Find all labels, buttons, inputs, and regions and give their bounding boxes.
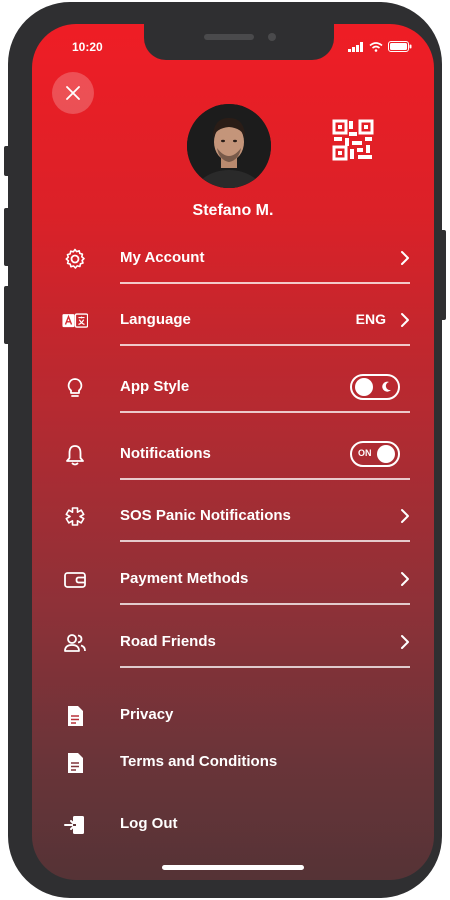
- speaker: [204, 34, 254, 40]
- menu-item-privacy[interactable]: Privacy: [32, 693, 434, 739]
- close-button[interactable]: [52, 72, 94, 114]
- bell-icon: [62, 442, 88, 468]
- menu-item-sos-panic[interactable]: SOS Panic Notifications: [32, 494, 434, 540]
- close-icon: [66, 86, 80, 100]
- menu-item-my-account[interactable]: My Account: [32, 236, 434, 282]
- divider: [120, 540, 410, 542]
- menu-item-road-friends[interactable]: Road Friends: [32, 620, 434, 666]
- menu-item-terms[interactable]: Terms and Conditions: [32, 740, 434, 786]
- chevron-right-icon: [401, 509, 409, 523]
- menu-item-label: Payment Methods: [120, 570, 249, 587]
- gear-icon: [62, 246, 88, 272]
- menu-screen: 10:20 Stefano M. My Account Language ENG…: [32, 24, 434, 880]
- document-icon: [62, 703, 88, 729]
- divider: [120, 478, 410, 480]
- qr-code-button[interactable]: [332, 119, 374, 161]
- chevron-right-icon: [401, 635, 409, 649]
- chevron-right-icon: [401, 251, 409, 265]
- logout-icon: [62, 812, 88, 838]
- toggle-state-label: ON: [358, 448, 372, 458]
- divider: [120, 282, 410, 284]
- wifi-icon: [369, 41, 383, 52]
- menu-item-payment-methods[interactable]: Payment Methods: [32, 557, 434, 603]
- friends-icon: [62, 630, 88, 656]
- menu-item-label: Terms and Conditions: [120, 753, 278, 770]
- app-style-toggle[interactable]: [350, 374, 400, 400]
- side-button-power: [440, 230, 446, 320]
- sos-icon: [62, 504, 88, 530]
- signal-icon: [348, 41, 363, 52]
- divider: [120, 411, 410, 413]
- lightbulb-icon: [62, 375, 88, 401]
- chevron-right-icon: [401, 313, 409, 327]
- battery-icon: [388, 41, 412, 52]
- menu-item-label: Log Out: [120, 815, 178, 832]
- toggle-knob: [377, 445, 395, 463]
- menu-item-label: SOS Panic Notifications: [120, 507, 291, 524]
- document-icon: [62, 750, 88, 776]
- menu-item-language[interactable]: Language ENG: [32, 298, 434, 344]
- side-button-mute: [4, 146, 10, 176]
- chevron-right-icon: [401, 572, 409, 586]
- menu-item-app-style[interactable]: App Style: [32, 365, 434, 411]
- moon-icon: [382, 381, 391, 392]
- language-icon: [62, 308, 88, 334]
- menu-item-label: Notifications: [120, 445, 211, 462]
- divider: [120, 603, 410, 605]
- phone-frame: 10:20 Stefano M. My Account Language ENG…: [8, 2, 442, 898]
- side-button-volume-down: [4, 286, 10, 344]
- menu-item-label: My Account: [120, 249, 205, 266]
- divider: [120, 344, 410, 346]
- wallet-icon: [62, 567, 88, 593]
- menu-item-logout[interactable]: Log Out: [32, 802, 434, 848]
- home-indicator[interactable]: [162, 865, 304, 870]
- qr-code-icon: [332, 119, 374, 161]
- profile-name: Stefano M.: [192, 202, 274, 219]
- menu-item-label: Road Friends: [120, 633, 216, 650]
- front-camera: [268, 33, 276, 41]
- toggle-knob: [355, 378, 373, 396]
- notch: [144, 24, 334, 60]
- language-value: ENG: [355, 311, 386, 327]
- menu-item-label: App Style: [120, 378, 190, 395]
- side-button-volume-up: [4, 208, 10, 266]
- avatar-photo: [187, 104, 271, 188]
- avatar[interactable]: [187, 104, 271, 188]
- menu-item-notifications[interactable]: Notifications ON: [32, 432, 434, 478]
- divider: [120, 666, 410, 668]
- menu-item-label: Privacy: [120, 706, 174, 723]
- notifications-toggle[interactable]: ON: [350, 441, 400, 467]
- status-time: 10:20: [72, 40, 103, 54]
- status-icons: [348, 41, 412, 52]
- menu-item-label: Language: [120, 311, 191, 328]
